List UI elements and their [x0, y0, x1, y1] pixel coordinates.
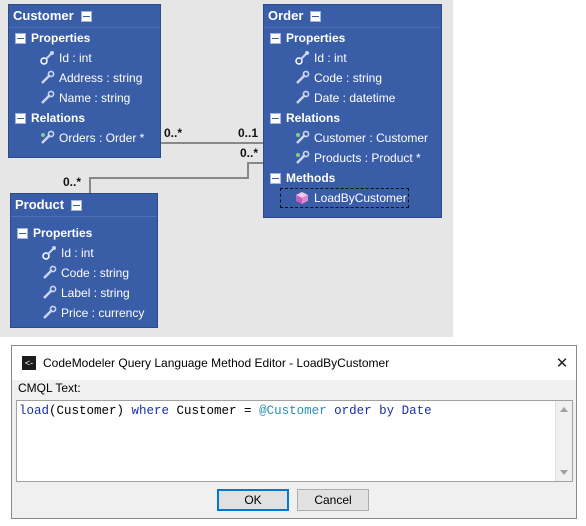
method-row-selected[interactable]: LoadByCustomer	[280, 188, 409, 208]
multiplicity-label: 0..*	[240, 146, 259, 160]
wrench-icon	[43, 265, 57, 279]
collapse-minus-icon[interactable]	[270, 112, 281, 124]
key-wrench-icon	[295, 51, 309, 65]
section-label: Properties	[33, 226, 93, 240]
relation-label: Customer : Customer	[314, 131, 429, 145]
relation-wrench-icon	[296, 150, 310, 164]
collapse-minus-icon[interactable]	[71, 199, 83, 211]
property-row[interactable]: Id : int	[9, 48, 160, 68]
collapse-minus-icon[interactable]	[270, 172, 281, 184]
collapse-minus-icon[interactable]	[15, 112, 26, 124]
entity-header[interactable]: Order	[264, 5, 441, 28]
wrench-icon	[296, 90, 310, 104]
property-row[interactable]: Id : int	[11, 243, 157, 263]
code-token: where	[131, 404, 170, 418]
relation-row[interactable]: Orders : Order *	[9, 128, 160, 148]
dialog-titlebar[interactable]: <- CodeModeler Query Language Method Edi…	[12, 346, 576, 380]
relation-row[interactable]: Products : Product *	[264, 148, 441, 168]
key-wrench-icon	[42, 246, 56, 260]
property-row[interactable]: Code : string	[11, 263, 157, 283]
property-row[interactable]: Price : currency	[11, 303, 157, 323]
section-relations[interactable]: Relations	[9, 108, 160, 128]
cube-method-icon	[296, 192, 308, 204]
code-token: @Customer	[259, 404, 327, 418]
property-label: Name : string	[59, 91, 131, 105]
method-label: LoadByCustomer	[314, 191, 407, 205]
collapse-minus-icon[interactable]	[15, 32, 26, 44]
entity-customer[interactable]: Customer Properties Id : int Address : s…	[8, 4, 161, 158]
collapse-minus-icon[interactable]	[310, 10, 322, 22]
entity-title: Order	[268, 8, 304, 23]
section-label: Relations	[31, 111, 86, 125]
connector-order-product	[89, 162, 264, 193]
property-label: Code : string	[61, 266, 130, 280]
entity-order[interactable]: Order Properties Id : int Code : string …	[263, 4, 442, 218]
section-properties[interactable]: Properties	[11, 223, 157, 243]
vertical-scrollbar[interactable]	[555, 401, 572, 481]
cancel-button[interactable]: Cancel	[297, 489, 369, 511]
property-label: Address : string	[59, 71, 143, 85]
code-line: load(Customer) where Customer = @Custome…	[19, 404, 432, 418]
section-properties[interactable]: Properties	[264, 28, 441, 48]
property-label: Price : currency	[61, 306, 145, 320]
cmql-text-label: CMQL Text:	[18, 381, 81, 395]
code-token: (Customer)	[49, 404, 132, 418]
property-label: Label : string	[61, 286, 130, 300]
entity-header[interactable]: Customer	[9, 5, 160, 28]
wrench-icon	[41, 90, 55, 104]
relation-row[interactable]: Customer : Customer	[264, 128, 441, 148]
property-row[interactable]: Id : int	[264, 48, 441, 68]
multiplicity-label: 0..1	[238, 126, 259, 140]
key-wrench-icon	[40, 51, 54, 65]
app-icon: <-	[22, 356, 36, 370]
property-row[interactable]: Code : string	[264, 68, 441, 88]
multiplicity-label: 0..*	[63, 175, 82, 189]
code-token: Date	[394, 404, 432, 418]
code-token: Customer =	[169, 404, 260, 418]
section-label: Properties	[31, 31, 91, 45]
collapse-minus-icon[interactable]	[80, 10, 92, 22]
method-editor-dialog[interactable]: <- CodeModeler Query Language Method Edi…	[11, 345, 577, 519]
scroll-down-icon[interactable]	[560, 470, 568, 475]
entity-title: Product	[15, 197, 65, 212]
ok-button[interactable]: OK	[217, 489, 289, 511]
section-label: Relations	[286, 111, 341, 125]
property-row[interactable]: Address : string	[9, 68, 160, 88]
entity-title: Customer	[13, 8, 74, 23]
code-token: order by	[334, 404, 395, 418]
section-properties[interactable]: Properties	[9, 28, 160, 48]
property-row[interactable]: Name : string	[9, 88, 160, 108]
cmql-text-editor[interactable]: load(Customer) where Customer = @Custome…	[16, 400, 573, 482]
multiplicity-label: 0..*	[164, 126, 183, 140]
wrench-icon	[41, 70, 55, 84]
entity-header[interactable]: Product	[11, 194, 157, 217]
relation-wrench-icon	[296, 130, 310, 144]
entity-product[interactable]: Product Properties Id : int Code : strin…	[10, 193, 158, 328]
property-label: Id : int	[59, 51, 92, 65]
relation-label: Orders : Order *	[59, 131, 145, 145]
code-token: load	[19, 404, 50, 418]
wrench-icon	[296, 70, 310, 84]
wrench-icon	[43, 285, 57, 299]
collapse-minus-icon[interactable]	[17, 227, 28, 239]
diagram-canvas[interactable]: 0..* 0..1 0..* 0..* Customer Properties …	[0, 0, 453, 337]
relation-label: Products : Product *	[314, 151, 421, 165]
property-row[interactable]: Label : string	[11, 283, 157, 303]
section-label: Properties	[286, 31, 346, 45]
property-label: Date : datetime	[314, 91, 396, 105]
wrench-icon	[43, 305, 57, 319]
property-label: Code : string	[314, 71, 383, 85]
relation-wrench-icon	[41, 130, 55, 144]
dialog-title: CodeModeler Query Language Method Editor…	[43, 356, 390, 370]
section-label: Methods	[286, 171, 336, 185]
property-label: Id : int	[314, 51, 347, 65]
close-icon[interactable]: ✕	[548, 354, 576, 372]
property-label: Id : int	[61, 246, 94, 260]
property-row[interactable]: Date : datetime	[264, 88, 441, 108]
section-methods[interactable]: Methods	[264, 168, 441, 188]
scroll-up-icon[interactable]	[560, 407, 568, 412]
collapse-minus-icon[interactable]	[270, 32, 281, 44]
section-relations[interactable]: Relations	[264, 108, 441, 128]
